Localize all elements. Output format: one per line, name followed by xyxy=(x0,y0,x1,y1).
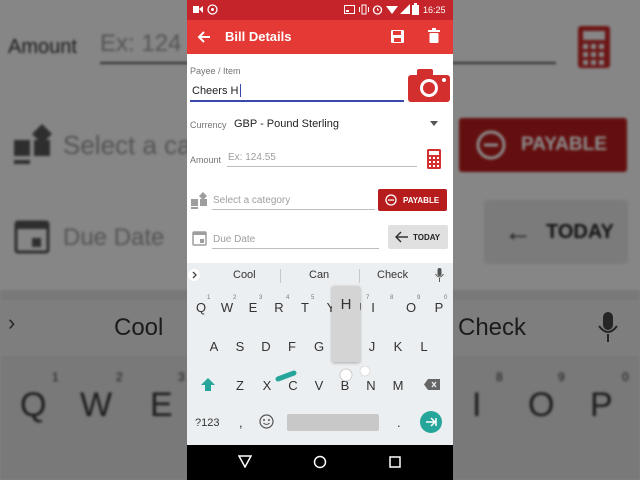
key-i[interactable]: I xyxy=(363,300,383,315)
wifi-icon xyxy=(386,6,398,14)
amount-label: Amount xyxy=(190,155,222,165)
key-k[interactable]: K xyxy=(388,339,408,354)
app-bar: Bill Details xyxy=(187,20,453,54)
battery-icon xyxy=(412,3,419,15)
dropdown-arrow-icon xyxy=(430,121,438,126)
enter-icon[interactable] xyxy=(420,411,442,433)
key-w[interactable]: W xyxy=(217,300,237,315)
key-p[interactable]: P xyxy=(429,300,449,315)
minus-circle-icon xyxy=(385,194,397,206)
period-key[interactable]: . xyxy=(397,415,401,430)
key-popup-preview: H xyxy=(332,286,360,362)
key-d[interactable]: D xyxy=(256,339,276,354)
today-button[interactable]: TODAY xyxy=(388,225,448,249)
key-g[interactable]: G xyxy=(309,339,329,354)
page-title: Bill Details xyxy=(225,29,292,44)
suggestion-divider xyxy=(280,269,281,283)
due-date-placeholder: Due Date xyxy=(213,234,256,245)
swipe-trail xyxy=(275,370,297,382)
key-l[interactable]: L xyxy=(414,339,434,354)
symbols-key[interactable]: ?123 xyxy=(195,417,219,429)
swipe-touch-points xyxy=(339,366,371,382)
key-t[interactable]: T xyxy=(295,300,315,315)
key-num-9: 9 xyxy=(417,295,421,301)
key-num-0: 0 xyxy=(444,295,448,301)
key-s[interactable]: S xyxy=(230,339,250,354)
key-popup-letter: H xyxy=(340,296,352,313)
whatsapp-icon xyxy=(207,4,218,15)
key-z[interactable]: Z xyxy=(230,378,250,393)
status-time: 16:25 xyxy=(423,5,446,15)
key-num-8: 8 xyxy=(390,295,394,301)
back-nav-icon[interactable] xyxy=(238,455,252,468)
payee-label: Payee / Item xyxy=(190,66,241,76)
home-nav-icon[interactable] xyxy=(313,455,327,469)
due-date-underline xyxy=(212,248,379,249)
delete-icon[interactable] xyxy=(428,28,440,44)
key-j[interactable]: J xyxy=(362,339,382,354)
mic-icon[interactable] xyxy=(435,268,444,282)
cell-signal-icon xyxy=(400,4,410,14)
key-num-5: 5 xyxy=(311,295,315,301)
vibrate-icon xyxy=(359,4,369,15)
category-placeholder: Select a category xyxy=(213,195,291,206)
cast-icon xyxy=(344,5,355,14)
phone-screen: 16:25 Bill Details Payee / Item Cheers H… xyxy=(187,0,453,480)
navigation-bar xyxy=(187,445,453,480)
key-x[interactable]: X xyxy=(257,378,277,393)
key-num-4: 4 xyxy=(286,295,290,301)
keyboard: Cool Can Check Q W E R T Y U I O P 1 2 3… xyxy=(187,263,453,445)
camera-icon[interactable] xyxy=(407,67,451,103)
suggestion-can[interactable]: Can xyxy=(309,269,329,281)
save-icon[interactable] xyxy=(390,29,405,44)
key-num-3: 3 xyxy=(259,295,263,301)
alarm-icon xyxy=(372,5,383,15)
key-num-1: 1 xyxy=(207,295,211,301)
key-f[interactable]: F xyxy=(282,339,302,354)
calculator-icon[interactable] xyxy=(427,149,441,169)
comma-key[interactable]: , xyxy=(239,415,243,430)
key-num-7: 7 xyxy=(366,295,370,301)
key-o[interactable]: O xyxy=(401,300,421,315)
today-label: TODAY xyxy=(413,233,441,242)
payable-label: PAYABLE xyxy=(403,196,440,205)
video-camera-icon xyxy=(193,6,203,13)
category-icon xyxy=(191,192,207,209)
suggestion-cool[interactable]: Cool xyxy=(233,269,256,281)
key-v[interactable]: V xyxy=(309,378,329,393)
chevron-right-icon[interactable] xyxy=(188,268,200,282)
key-num-2: 2 xyxy=(233,295,237,301)
shift-icon[interactable] xyxy=(201,378,215,392)
category-underline xyxy=(212,209,375,210)
payee-value: Cheers H xyxy=(192,85,239,97)
key-e[interactable]: E xyxy=(243,300,263,315)
key-m[interactable]: M xyxy=(388,378,408,393)
amount-placeholder: Ex: 124.55 xyxy=(228,152,276,163)
amount-underline xyxy=(227,166,417,167)
key-q[interactable]: Q xyxy=(191,300,211,315)
currency-label: Currency xyxy=(190,120,227,130)
space-bar[interactable] xyxy=(287,414,379,431)
key-r[interactable]: R xyxy=(269,300,289,315)
arrow-left-icon xyxy=(395,231,408,243)
payable-button[interactable]: PAYABLE xyxy=(378,189,447,211)
status-bar: 16:25 xyxy=(187,0,453,20)
suggestion-divider xyxy=(359,269,360,283)
emoji-icon[interactable] xyxy=(259,414,274,429)
currency-value: GBP - Pound Sterling xyxy=(234,118,339,130)
back-arrow-icon[interactable] xyxy=(197,30,211,44)
suggestion-check[interactable]: Check xyxy=(377,269,408,281)
backspace-icon[interactable] xyxy=(424,379,440,390)
payee-underline xyxy=(190,100,404,102)
key-a[interactable]: A xyxy=(204,339,224,354)
recents-nav-icon[interactable] xyxy=(389,456,401,468)
calendar-icon xyxy=(192,231,207,246)
text-cursor xyxy=(240,84,241,97)
